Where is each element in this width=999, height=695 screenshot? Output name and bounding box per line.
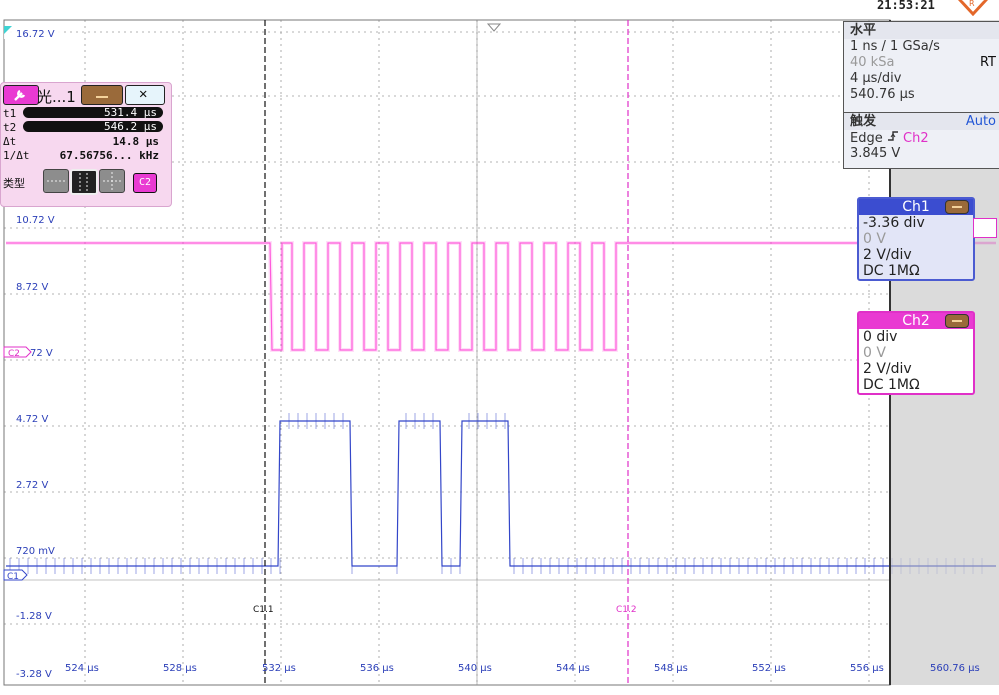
y-label-neg-3-28: -3.28 V [16, 669, 52, 680]
cursor-t2-value[interactable]: 546.2 µs [23, 121, 163, 132]
horizontal-panel[interactable]: 水平 1 ns / 1 GSa/s 40 kSa RT 4 µs/div 540.… [843, 21, 999, 115]
ch2-offset-v: 0 V [863, 345, 886, 361]
cursor-minimize-button[interactable] [81, 85, 123, 105]
both-cursor-icon [103, 172, 121, 190]
brand-logo-icon: R [958, 0, 988, 16]
ch1-coupling: DC 1MΩ [863, 263, 920, 279]
y-label-72: 72 V [30, 348, 53, 359]
ch2-trace-line [6, 242, 996, 351]
cursor-t1-row: t1 531.4 µs [3, 107, 169, 120]
cursor-source-button[interactable]: C2 [133, 173, 157, 193]
cursor-type-both-button[interactable] [99, 169, 125, 193]
cursor-freq-row: 1/Δt 67.56756... kHz [3, 149, 159, 162]
ch2-offset: 0 div [863, 329, 898, 345]
x-label-536: 536 µs [360, 663, 394, 674]
ch1-trace-line [6, 420, 996, 567]
ch1-offset-v: 0 V [863, 231, 886, 247]
cursor-dialog-title: 光...1 [37, 88, 76, 106]
trigger-title: 触发 [850, 114, 877, 129]
trigger-source: Ch2 [903, 131, 929, 146]
ch1-waveform [6, 413, 996, 574]
y-label-4-72: 4.72 V [16, 414, 48, 425]
svg-text:R: R [969, 0, 975, 8]
trigger-level: 3.845 V [850, 146, 901, 161]
y-label-10-72: 10.72 V [16, 215, 55, 226]
cursor-freq-value: 67.56756... kHz [59, 149, 159, 162]
ch1-minimize-button[interactable] [945, 200, 969, 214]
ch2-trace-glow [6, 241, 996, 352]
cursor-type-horizontal-button[interactable] [43, 169, 69, 193]
c2-level-marker[interactable]: C2 [3, 346, 32, 359]
ch2-minimize-button[interactable] [945, 314, 969, 328]
cursor-t1-value[interactable]: 531.4 µs [23, 107, 163, 118]
trigger-position-marker [486, 23, 502, 32]
cursor-type-label: 类型 [3, 177, 25, 190]
horizontal-position: 540.76 µs [850, 87, 915, 102]
ch2-waveform [6, 241, 996, 352]
ch1-offset: -3.36 div [863, 215, 925, 231]
close-icon: ✕ [139, 86, 148, 102]
ch2-coupling: DC 1MΩ [863, 377, 920, 393]
x-label-540: 540 µs [458, 663, 492, 674]
horizontal-time-div: 4 µs/div [850, 71, 902, 86]
cursor-1-label: C1.1 [253, 605, 274, 615]
y-label-neg-1-28: -1.28 V [16, 611, 52, 622]
ch1-title: Ch1 [902, 199, 930, 215]
x-label-532: 532 µs [262, 663, 296, 674]
cursor-dt-row: Δt 14.8 µs [3, 135, 159, 148]
x-label-548: 548 µs [654, 663, 688, 674]
rising-edge-icon [887, 130, 899, 147]
svg-text:C2: C2 [8, 349, 20, 359]
wrench-icon [14, 89, 26, 101]
horizontal-cursor-icon [47, 180, 65, 182]
horizontal-resolution: 1 ns / 1 GSa/s [850, 39, 940, 54]
cursor-close-button[interactable]: ✕ [125, 85, 165, 105]
trigger-type-row: Edge Ch2 [844, 130, 999, 146]
x-axis-labels: 524 µs 528 µs 532 µs 536 µs 540 µs 544 µ… [65, 663, 980, 674]
y-label-8-72: 8.72 V [16, 282, 48, 293]
trigger-panel[interactable]: 触发 Auto Edge Ch2 3.845 V [843, 112, 999, 169]
trigger-type: Edge [850, 131, 883, 146]
trigger-mode: Auto [965, 114, 996, 129]
horizontal-title: 水平 [844, 22, 999, 39]
y-label-2-72: 2.72 V [16, 480, 48, 491]
ch2-panel[interactable]: Ch2 0 div 0 V 2 V/div DC 1MΩ [857, 311, 975, 395]
cursor-settings-button[interactable] [3, 85, 39, 105]
x-label-556: 556 µs [850, 663, 884, 674]
horizontal-record: 40 kSa RT [850, 55, 996, 70]
clock: 21:53:21 [877, 0, 935, 12]
cursor-2-label: C1.2 [616, 605, 637, 615]
x-label-528: 528 µs [163, 663, 197, 674]
cursor-dt-value: 14.8 µs [112, 135, 159, 148]
vertical-cursor-icon [79, 173, 88, 191]
x-label-552: 552 µs [752, 663, 786, 674]
ch1-scale: 2 V/div [863, 247, 912, 263]
y-label-720mv: 720 mV [16, 546, 55, 557]
cursor-dialog[interactable]: 光...1 ✕ t1 531.4 µs t2 546.2 µs Δt 14.8 … [0, 82, 172, 207]
x-label-524: 524 µs [65, 663, 99, 674]
ch1-panel[interactable]: Ch1 -3.36 div 0 V 2 V/div DC 1MΩ [857, 197, 975, 281]
x-label-544: 544 µs [556, 663, 590, 674]
ch2-scale: 2 V/div [863, 361, 912, 377]
cursor-type-vertical-button[interactable] [70, 169, 98, 195]
svg-text:C1: C1 [7, 572, 19, 582]
ch1-side-tab[interactable] [973, 218, 997, 238]
ch2-title: Ch2 [902, 313, 930, 329]
horizontal-mode: RT [979, 55, 996, 70]
cursor-t2-row: t2 546.2 µs [3, 121, 169, 134]
x-label-560-76: 560.76 µs [930, 663, 980, 674]
y-label-16-72: 16.72 V [16, 29, 55, 40]
